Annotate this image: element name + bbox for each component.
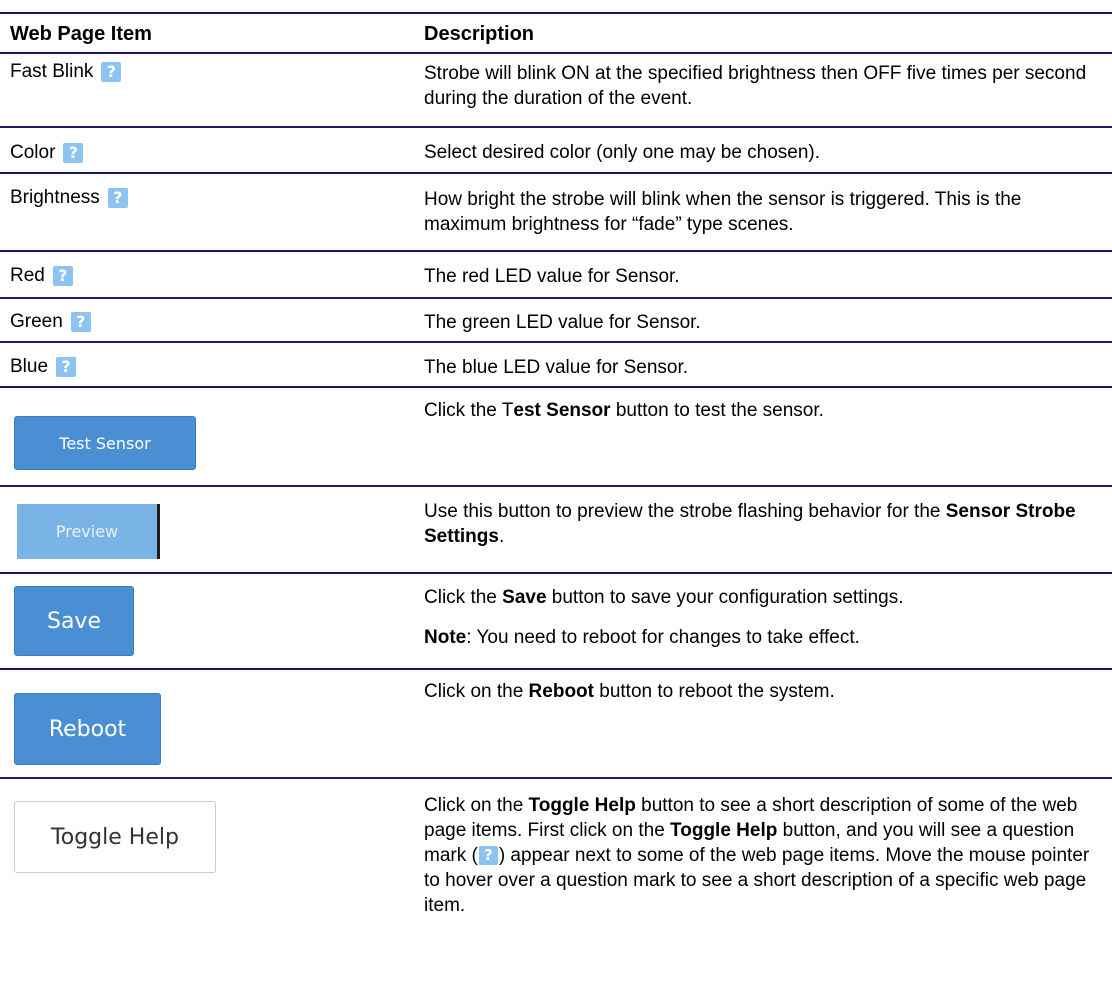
toggle-help-button[interactable]: Toggle Help (14, 801, 216, 873)
reboot-button[interactable]: Reboot (14, 693, 161, 765)
description-text: How bright the strobe will blink when th… (424, 189, 1022, 235)
table-row-description: How bright the strobe will blink when th… (424, 187, 1100, 237)
description-bold-text: Toggle Help (670, 820, 778, 841)
item-label: Green (10, 311, 63, 332)
description-text: ) appear next to some of the web page it… (424, 845, 1090, 916)
description-text: Click on the (424, 795, 529, 816)
row-divider (0, 250, 1112, 252)
preview-button[interactable]: Preview (17, 504, 160, 559)
question-mark-icon[interactable]: ? (63, 143, 84, 163)
description-text: Click on the (424, 681, 529, 702)
question-mark-icon[interactable]: ? (107, 188, 128, 208)
note-text: : You need to reboot for changes to take… (466, 627, 860, 648)
row-divider (0, 126, 1112, 128)
table-row-item: Fast Blink ? (10, 60, 122, 84)
description-text: button to test the sensor. (610, 400, 824, 421)
row-divider (0, 341, 1112, 343)
row-divider (0, 777, 1112, 779)
description-text: The blue LED value for Sensor. (424, 357, 689, 378)
note-label: Note (424, 627, 467, 648)
row-divider (0, 668, 1112, 670)
question-mark-icon[interactable]: ? (70, 312, 91, 332)
description-text: The green LED value for Sensor. (424, 312, 701, 333)
item-label: Brightness (10, 187, 100, 208)
description-bold-text: Reboot (528, 681, 594, 702)
table-row-item: Brightness ? (10, 186, 128, 210)
description-text: Click the (424, 587, 503, 608)
item-label: Blue (10, 356, 49, 377)
item-label: Color (10, 142, 56, 163)
description-bold-text: est Sensor (513, 400, 611, 421)
question-mark-icon[interactable]: ? (56, 357, 77, 377)
save-description: Click the Save button to save your confi… (424, 585, 1100, 650)
item-label: Red (10, 265, 45, 286)
table-row-item: Blue ? (10, 355, 77, 379)
table-row-description: The green LED value for Sensor. (424, 310, 1100, 335)
table-row-description: Strobe will blink ON at the specified br… (424, 61, 1100, 111)
table-row-item: Red ? (10, 264, 73, 288)
row-divider (0, 172, 1112, 174)
preview-description: Use this button to preview the strobe fl… (424, 499, 1100, 549)
description-text: button to save your configuration settin… (546, 587, 904, 608)
row-divider (0, 572, 1112, 574)
description-text: The red LED value for Sensor. (424, 266, 680, 287)
description-bold-text: Toggle Help (528, 795, 636, 816)
question-mark-icon: ? (478, 846, 498, 866)
column-header-item: Web Page Item (10, 23, 152, 45)
table-row-description: The red LED value for Sensor. (424, 264, 1100, 289)
reboot-description: Click on the Reboot button to reboot the… (424, 679, 1100, 704)
row-divider (0, 297, 1112, 299)
description-text: Strobe will blink ON at the specified br… (424, 63, 1087, 109)
save-button[interactable]: Save (14, 586, 134, 656)
description-text: Click the T (424, 400, 514, 421)
description-text: button to reboot the system. (593, 681, 835, 702)
item-label: Fast Blink (10, 61, 94, 82)
description-bold-text: Save (502, 587, 547, 608)
table-row-description: The blue LED value for Sensor. (424, 355, 1100, 380)
test-sensor-description: Click the Test Sensor button to test the… (424, 398, 1100, 423)
header-rule (0, 52, 1112, 54)
test-sensor-button[interactable]: Test Sensor (14, 416, 196, 470)
table-top-rule (0, 12, 1112, 14)
table-row-item: Green ? (10, 310, 91, 334)
row-divider (0, 386, 1112, 388)
row-divider (0, 485, 1112, 487)
table-row-description: Select desired color (only one may be ch… (424, 140, 1100, 165)
table-row-item: Color ? (10, 141, 84, 165)
description-text: Select desired color (only one may be ch… (424, 142, 821, 163)
toggle-help-description: Click on the Toggle Help button to see a… (424, 793, 1100, 918)
description-text: Use this button to preview the strobe fl… (424, 501, 946, 522)
question-mark-icon[interactable]: ? (101, 62, 122, 82)
question-mark-icon[interactable]: ? (52, 266, 73, 286)
column-header-description: Description (424, 23, 535, 45)
description-text: . (498, 526, 505, 547)
